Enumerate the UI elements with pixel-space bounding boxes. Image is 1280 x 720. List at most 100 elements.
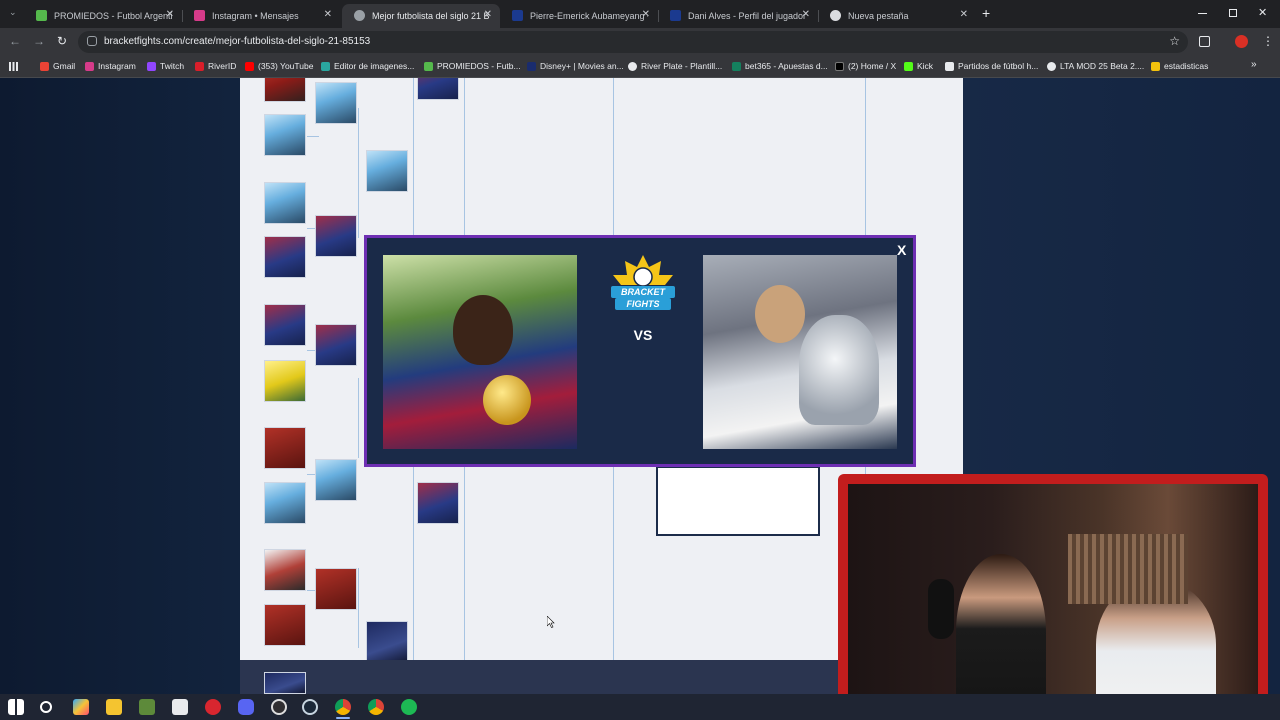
bookmark-star-icon[interactable]: ☆ xyxy=(1169,34,1180,48)
bracket-player-thumb[interactable] xyxy=(264,482,306,524)
bookmarks-bar: Gmail Instagram Twitch RiverID (353) You… xyxy=(0,56,1280,78)
bookmark-bet365[interactable]: bet365 - Apuestas d... xyxy=(732,61,828,71)
browser-tab-bar: ⌄ PROMIEDOS - Futbol Argentino ✕ Instagr… xyxy=(0,0,1280,28)
close-tab-icon[interactable]: ✕ xyxy=(642,9,650,20)
bracket-player-thumb[interactable] xyxy=(315,82,357,124)
image-editor-icon xyxy=(321,61,330,71)
bookmark-image-editor[interactable]: Editor de imagenes... xyxy=(321,61,414,71)
bracket-player-thumb[interactable] xyxy=(264,114,306,156)
tab-dani-alves[interactable]: Dani Alves - Perfil del jugador | ✕ xyxy=(658,4,818,28)
site-info-icon[interactable] xyxy=(87,36,97,46)
final-winner-slot xyxy=(656,466,820,536)
bracket-player-thumb[interactable] xyxy=(315,568,357,610)
window-close-icon[interactable]: ✕ xyxy=(1258,6,1267,19)
store-icon[interactable] xyxy=(172,699,188,715)
bracket-player-thumb[interactable] xyxy=(315,215,357,257)
bracket-player-thumb[interactable] xyxy=(366,150,408,192)
bookmark-kick[interactable]: Kick xyxy=(904,61,933,71)
bracket-player-thumb[interactable] xyxy=(264,672,306,694)
spotify-icon[interactable] xyxy=(401,699,417,715)
browser-toolbar: ← → ↻ bracketfights.com/create/mejor-fut… xyxy=(0,28,1280,56)
apps-grid-icon[interactable] xyxy=(9,62,18,71)
tab-aubameyang[interactable]: Pierre-Emerick Aubameyang - T ✕ xyxy=(500,4,658,28)
tab-title: PROMIEDOS - Futbol Argentino xyxy=(54,11,172,21)
versus-label: VS xyxy=(633,327,653,343)
bracket-player-thumb[interactable] xyxy=(264,604,306,646)
url-text: bracketfights.com/create/mejor-futbolist… xyxy=(104,36,371,47)
bookmark-youtube[interactable]: (353) YouTube xyxy=(245,61,313,71)
right-contender-image[interactable] xyxy=(703,255,897,449)
chrome-profile-icon[interactable] xyxy=(368,699,384,715)
bracket-player-thumb[interactable] xyxy=(366,621,408,663)
close-tab-icon[interactable]: ✕ xyxy=(484,9,492,20)
new-tab-button[interactable]: + xyxy=(982,5,990,21)
back-icon[interactable]: ← xyxy=(9,34,21,48)
close-tab-icon[interactable]: ✕ xyxy=(802,9,810,20)
bracket-player-thumb[interactable] xyxy=(417,482,459,524)
file-explorer-icon[interactable] xyxy=(106,699,122,715)
obs-icon[interactable] xyxy=(271,699,287,715)
close-tab-icon[interactable]: ✕ xyxy=(166,9,174,20)
bracket-player-thumb[interactable] xyxy=(264,182,306,224)
close-modal-button[interactable]: X xyxy=(897,242,906,258)
start-icon[interactable] xyxy=(8,699,24,715)
bracket-player-thumb[interactable] xyxy=(264,236,306,278)
bookmark-lta-mod[interactable]: LTA MOD 25 Beta 2.... xyxy=(1047,61,1144,71)
bookmark-instagram[interactable]: Instagram xyxy=(85,61,136,71)
restore-icon[interactable] xyxy=(1229,9,1237,17)
steam-icon[interactable] xyxy=(302,699,318,715)
tab-promiedos[interactable]: PROMIEDOS - Futbol Argentino ✕ xyxy=(24,4,182,28)
tab-new-tab[interactable]: Nueva pestaña ✕ xyxy=(818,4,976,28)
youtube-icon xyxy=(245,61,254,71)
bookmark-partidos[interactable]: Partidos de fútbol h... xyxy=(945,61,1038,71)
reload-icon[interactable]: ↻ xyxy=(57,34,67,48)
minecraft-icon[interactable] xyxy=(139,699,155,715)
extensions-icon[interactable] xyxy=(1199,36,1210,47)
menu-icon[interactable]: ⋮ xyxy=(1262,34,1274,48)
tab-search-icon[interactable]: ⌄ xyxy=(9,7,17,18)
globe-icon xyxy=(1047,61,1056,71)
bracket-player-thumb[interactable] xyxy=(264,427,306,469)
bookmark-x[interactable]: (2) Home / X xyxy=(835,61,896,71)
bet365-icon xyxy=(732,61,741,71)
search-icon[interactable] xyxy=(40,701,52,713)
bookmark-river-plate[interactable]: River Plate - Plantill... xyxy=(628,61,722,71)
bracket-player-thumb[interactable] xyxy=(315,459,357,501)
bracket-player-thumb[interactable] xyxy=(315,324,357,366)
chrome-favicon-icon xyxy=(830,10,841,21)
instagram-icon xyxy=(85,61,94,71)
close-tab-icon[interactable]: ✕ xyxy=(960,9,968,20)
bookmark-disney[interactable]: Disney+ | Movies an... xyxy=(527,61,624,71)
instagram-favicon-icon xyxy=(194,10,205,21)
bookmark-promiedos[interactable]: PROMIEDOS - Futb... xyxy=(424,61,521,71)
address-bar[interactable]: bracketfights.com/create/mejor-futbolist… xyxy=(78,31,1188,53)
copilot-icon[interactable] xyxy=(73,699,89,715)
discord-icon[interactable] xyxy=(238,699,254,715)
bracket-player-thumb[interactable] xyxy=(417,78,459,100)
profile-avatar[interactable] xyxy=(1235,35,1248,48)
chrome-icon[interactable] xyxy=(335,699,351,715)
bookmark-twitch[interactable]: Twitch xyxy=(147,61,184,71)
bracket-player-thumb[interactable] xyxy=(264,78,306,102)
transfermarkt-favicon-icon xyxy=(670,10,681,21)
bracket-player-thumb[interactable] xyxy=(264,360,306,402)
minimize-icon[interactable] xyxy=(1198,13,1207,14)
close-tab-icon[interactable]: ✕ xyxy=(324,9,332,20)
left-contender-image[interactable] xyxy=(383,255,577,449)
logo-word-bracket: BRACKET xyxy=(621,287,665,297)
promiedos-favicon-icon xyxy=(36,10,47,21)
streamer-person xyxy=(956,554,1046,710)
webcam-overlay xyxy=(838,474,1268,718)
tab-bracketfights[interactable]: Mejor futbolista del siglo 21 Br ✕ xyxy=(342,4,500,28)
tab-title: Nueva pestaña xyxy=(848,11,909,21)
tab-instagram[interactable]: Instagram • Mensajes ✕ xyxy=(182,4,340,28)
mouse-cursor-icon xyxy=(547,616,555,628)
more-bookmarks-icon[interactable]: » xyxy=(1251,59,1257,70)
bookmark-riverid[interactable]: RiverID xyxy=(195,61,236,71)
bookmark-gmail[interactable]: Gmail xyxy=(40,61,75,71)
bracket-player-thumb[interactable] xyxy=(264,549,306,591)
forward-icon[interactable]: → xyxy=(33,34,45,48)
bookmark-estadisticas[interactable]: estadisticas xyxy=(1151,61,1208,71)
app-icon[interactable] xyxy=(205,699,221,715)
bracket-player-thumb[interactable] xyxy=(264,304,306,346)
